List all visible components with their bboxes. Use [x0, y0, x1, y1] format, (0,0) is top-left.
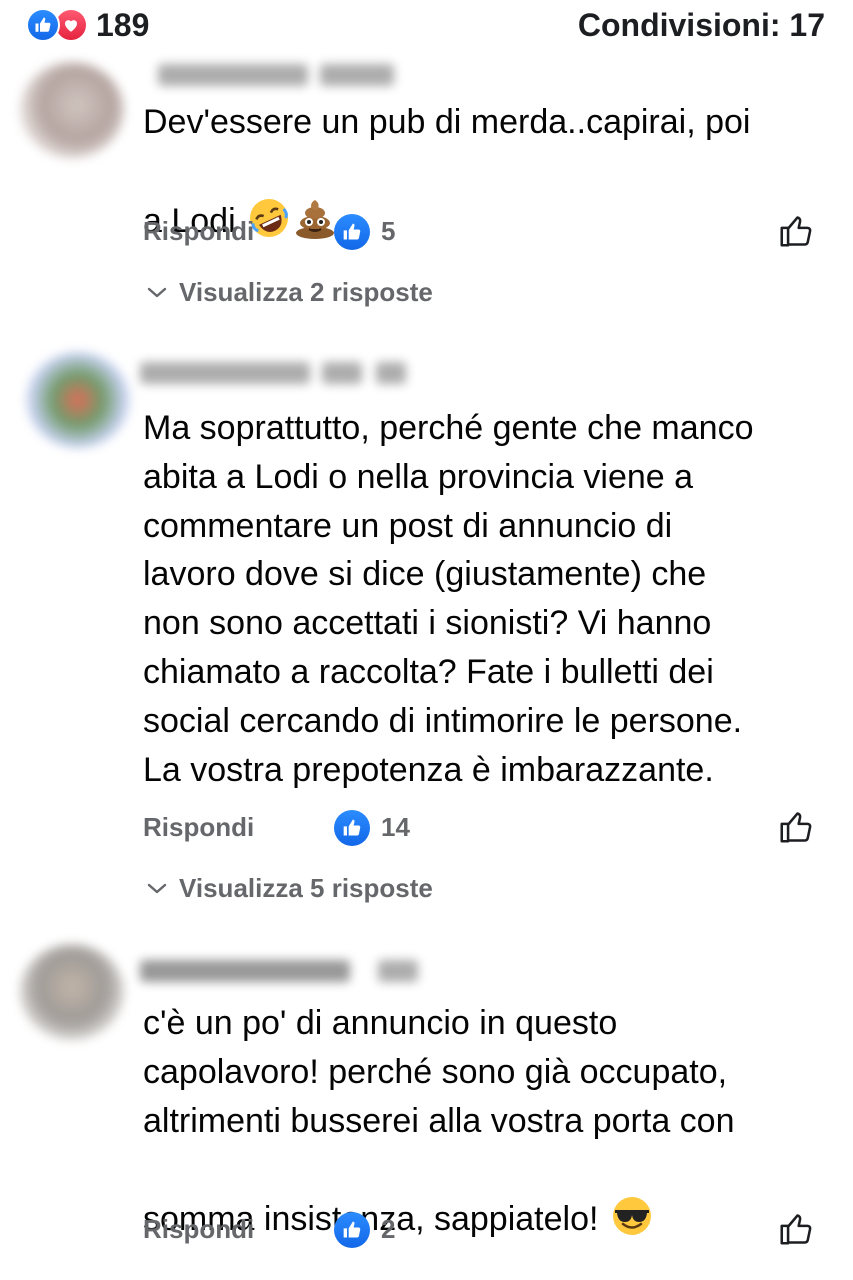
like-reaction-icon[interactable] — [334, 214, 370, 250]
comment-author-name[interactable] — [140, 62, 440, 88]
like-reaction-icon[interactable] — [334, 810, 370, 846]
comment-actions: Rispondi 2 — [0, 1208, 853, 1252]
avatar[interactable] — [26, 352, 130, 448]
comment-author-name[interactable] — [140, 360, 440, 386]
comment-author-name[interactable] — [140, 958, 440, 984]
reactions-summary[interactable]: 189 — [26, 7, 149, 43]
pile-of-poo-emoji — [293, 147, 337, 239]
like-reaction-icon[interactable] — [334, 1212, 370, 1248]
comments-screen: 189 Condivisioni: 17 Dev'essere un pub d… — [0, 0, 853, 1280]
view-replies-label: Visualizza 5 risposte — [179, 872, 433, 903]
like-count[interactable]: 5 — [381, 216, 395, 247]
avatar[interactable] — [20, 62, 124, 158]
shares-count[interactable]: Condivisioni: 17 — [578, 7, 825, 44]
comment-actions: Rispondi 14 — [0, 806, 853, 850]
reply-button[interactable]: Rispondi — [143, 216, 254, 247]
post-stats-bar: 189 Condivisioni: 17 — [0, 0, 853, 50]
comment-text: Ma soprattutto, perché gente che manco a… — [143, 409, 754, 789]
reply-button[interactable]: Rispondi — [143, 1214, 254, 1245]
thumbs-up-icon[interactable] — [775, 210, 817, 252]
chevron-down-icon — [145, 280, 169, 304]
smiling-face-with-sunglasses-emoji — [610, 1145, 654, 1236]
like-count[interactable]: 14 — [381, 812, 410, 843]
reaction-count: 189 — [96, 6, 150, 43]
thumbs-up-icon[interactable] — [775, 1208, 817, 1250]
rolling-on-floor-laughing-emoji — [247, 147, 291, 237]
view-replies-link[interactable]: Visualizza 2 risposte — [145, 274, 433, 310]
reply-button[interactable]: Rispondi — [143, 812, 254, 843]
chevron-down-icon — [145, 876, 169, 900]
view-replies-link[interactable]: Visualizza 5 risposte — [145, 870, 433, 906]
view-replies-label: Visualizza 2 risposte — [179, 276, 433, 307]
avatar[interactable] — [20, 944, 124, 1040]
comment-actions: Rispondi 5 — [0, 210, 853, 254]
like-reaction-icon — [26, 8, 60, 42]
thumbs-up-icon[interactable] — [775, 806, 817, 848]
like-count[interactable]: 2 — [381, 1214, 395, 1245]
